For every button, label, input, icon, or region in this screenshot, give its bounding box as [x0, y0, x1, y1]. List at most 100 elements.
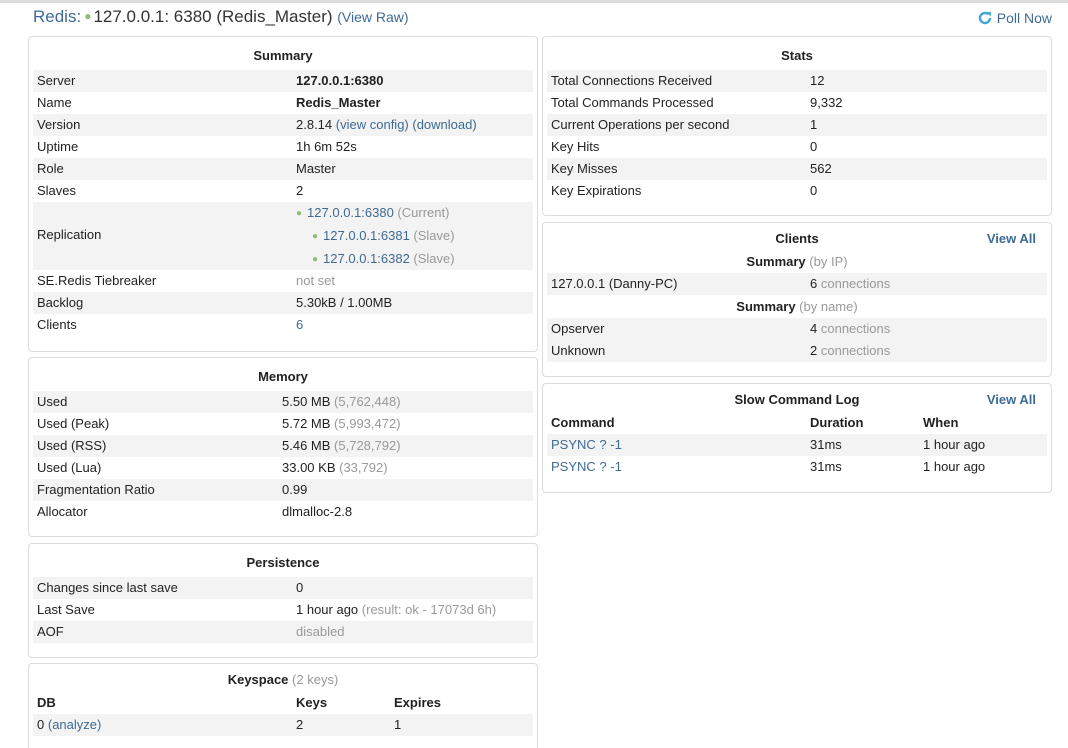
summary-row-uptime: Uptime 1h 6m 52s	[33, 136, 533, 158]
replication-node-role: (Current)	[397, 205, 450, 220]
role-value: Master	[296, 161, 336, 176]
when-header: When	[923, 415, 959, 430]
clients-header: Clients View All	[543, 229, 1051, 249]
memory-detail: (33,792)	[339, 460, 388, 475]
summary-heading: Summary	[736, 299, 796, 314]
memory-row: Used (Lua) 33.00 KB (33,792)	[33, 457, 533, 479]
stats-title: Stats	[781, 48, 813, 63]
refresh-icon	[978, 11, 991, 25]
clients-panel: Clients View All Summary (by IP) 127.0.0.…	[542, 222, 1052, 377]
persistence-title: Persistence	[246, 555, 320, 570]
summary-row-name: Name Redis_Master	[33, 92, 533, 114]
replication-status-icon: ●	[296, 208, 303, 219]
replication-node-role: (Slave)	[413, 251, 455, 266]
memory-value: 0.99	[282, 482, 308, 497]
stats-row: Key Hits 0	[547, 136, 1047, 158]
app-link[interactable]: Redis:	[33, 7, 81, 26]
db-value: 0	[37, 717, 45, 732]
stats-value: 0	[810, 139, 818, 154]
stats-label: Key Misses	[551, 161, 618, 176]
clients-view-all-link[interactable]: View All	[987, 229, 1036, 249]
memory-detail: (5,993,472)	[334, 416, 401, 431]
view-config-link[interactable]: (view config)	[336, 117, 409, 132]
analyze-link[interactable]: (analyze)	[48, 717, 101, 732]
tiebreaker-label: SE.Redis Tiebreaker	[37, 273, 157, 288]
summary-row-backlog: Backlog 5.30kB / 1.00MB	[33, 292, 533, 314]
command-header: Command	[551, 415, 615, 430]
uptime-label: Uptime	[37, 139, 79, 154]
stats-value: 0	[810, 183, 818, 198]
summary-title: Summary	[253, 48, 313, 63]
clients-by-ip-heading: Summary (by IP)	[547, 251, 1047, 273]
persistence-row-aof: AOF disabled	[33, 621, 533, 643]
memory-detail: (5,728,792)	[334, 438, 401, 453]
stats-label: Key Expirations	[551, 183, 642, 198]
slaves-value: 2	[296, 183, 304, 198]
summary-row-replication: Replication ● 127.0.0.1:6380 (Current) ● 1…	[33, 202, 533, 270]
stats-row: Key Expirations 0	[547, 180, 1047, 202]
slowlog-header-row: Command Duration When	[547, 412, 1047, 434]
aof-label: AOF	[37, 624, 64, 639]
replication-node: ● 127.0.0.1:6380 (Current)	[296, 202, 449, 226]
clients-by-name-heading: Summary (by name)	[547, 296, 1047, 318]
replication-node: ● 127.0.0.1:6381 (Slave)	[312, 225, 455, 249]
clients-count-link[interactable]: 6	[296, 314, 303, 336]
slowlog-view-all-link[interactable]: View All	[987, 390, 1036, 410]
page-header: Redis: ● 127.0.0.1: 6380 (Redis_Master) (V…	[33, 7, 1054, 31]
keyspace-subtitle: (2 keys)	[292, 672, 339, 687]
stats-row: Total Commands Processed 9,332	[547, 92, 1047, 114]
memory-label: Allocator	[37, 504, 88, 519]
stats-label: Total Connections Received	[551, 73, 713, 88]
memory-label: Used	[37, 394, 68, 409]
keyspace-header-row: DB Keys Expires	[33, 692, 533, 714]
slowlog-when: 1 hour ago	[923, 437, 986, 452]
slowlog-command-link[interactable]: PSYNC ? -1	[551, 456, 622, 478]
last-save-value: 1 hour ago	[296, 602, 359, 617]
replication-node-link[interactable]: 127.0.0.1:6381	[323, 228, 410, 243]
memory-label: Fragmentation Ratio	[37, 482, 155, 497]
poll-now-label: Poll Now	[996, 10, 1052, 26]
top-border	[0, 0, 1068, 3]
memory-value: 5.50 MB	[282, 394, 331, 409]
tiebreaker-value: not set	[296, 273, 336, 288]
summary-row-clients: Clients 6	[33, 314, 533, 336]
download-link[interactable]: (download)	[412, 117, 476, 132]
keyspace-row: 0 (analyze) 2 1	[33, 714, 533, 736]
memory-panel: Memory Used 5.50 MB (5,762,448) Used (Pea…	[28, 357, 538, 537]
memory-value: 5.46 MB	[282, 438, 331, 453]
last-save-label: Last Save	[37, 602, 95, 617]
slowlog-when: 1 hour ago	[923, 459, 986, 474]
slowlog-command-link[interactable]: PSYNC ? -1	[551, 434, 622, 456]
changes-label: Changes since last save	[37, 580, 178, 595]
keys-value: 2	[296, 717, 304, 732]
expires-value: 1	[394, 717, 402, 732]
client-row: 127.0.0.1 (Danny-PC) 6 connections	[547, 273, 1047, 295]
memory-row: Fragmentation Ratio 0.99	[33, 479, 533, 501]
server-label: Server	[37, 73, 76, 88]
memory-value: dlmalloc-2.8	[282, 504, 353, 519]
slowlog-duration: 31ms	[810, 437, 842, 452]
duration-header: Duration	[810, 415, 864, 430]
poll-now-button[interactable]: Poll Now	[977, 10, 1052, 26]
memory-row: Used 5.50 MB (5,762,448)	[33, 391, 533, 413]
clients-label: Clients	[37, 317, 77, 332]
memory-value: 5.72 MB	[282, 416, 331, 431]
backlog-value: 5.30kB / 1.00MB	[296, 295, 393, 310]
summary-row-tiebreaker: SE.Redis Tiebreaker not set	[33, 270, 533, 292]
replication-node-link[interactable]: 127.0.0.1:6380	[307, 205, 394, 220]
client-name: 127.0.0.1 (Danny-PC)	[551, 276, 678, 291]
persistence-row-changes: Changes since last save 0	[33, 577, 533, 599]
slowlog-duration: 31ms	[810, 459, 842, 474]
slowlog-row: PSYNC ? -1 31ms 1 hour ago	[547, 434, 1047, 456]
view-raw-link[interactable]: (View Raw)	[337, 9, 408, 25]
client-unit: connections	[820, 276, 891, 291]
summary-panel: Summary Server 127.0.0.1:6380 Name Redis_M…	[28, 36, 538, 352]
aof-value: disabled	[296, 624, 345, 639]
memory-row: Allocator dlmalloc-2.8	[33, 501, 533, 523]
memory-row: Used (RSS) 5.46 MB (5,728,792)	[33, 435, 533, 457]
replication-node-link[interactable]: 127.0.0.1:6382	[323, 251, 410, 266]
replication-node-role: (Slave)	[413, 228, 455, 243]
stats-value: 9,332	[810, 95, 843, 110]
version-label: Version	[37, 117, 81, 132]
client-count: 6	[810, 276, 818, 291]
